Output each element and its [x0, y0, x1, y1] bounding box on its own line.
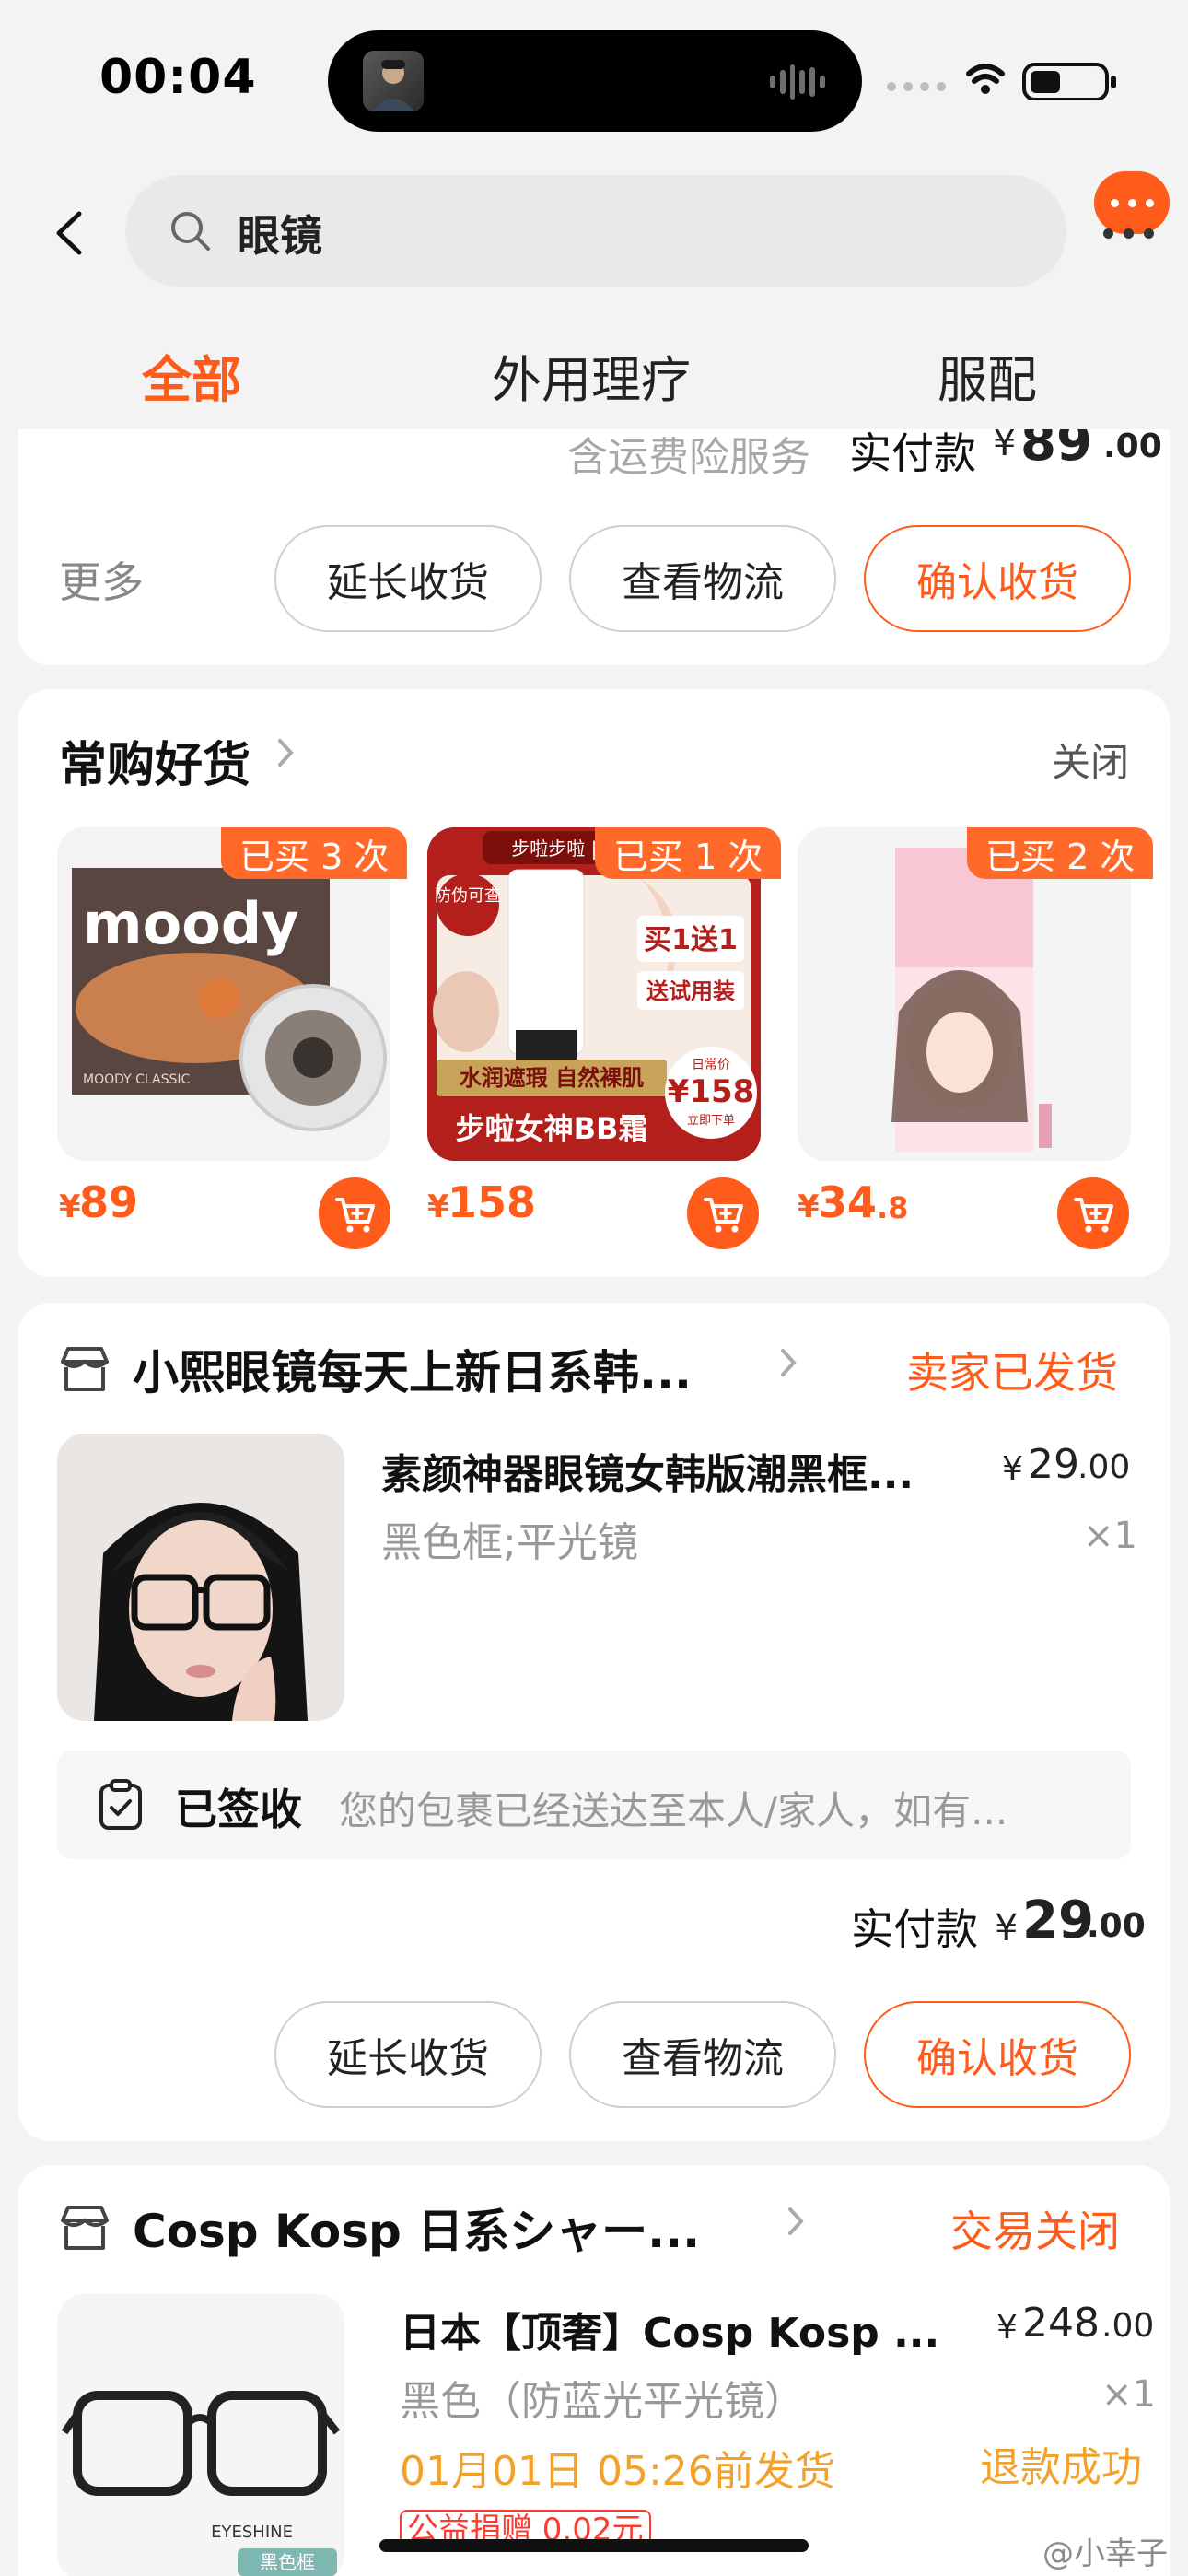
- item-price: 89: [79, 1177, 139, 1227]
- store-icon: [57, 2202, 112, 2257]
- bought-count-badge: 已买 1 次: [595, 827, 782, 879]
- search-query[interactable]: 眼镜: [238, 203, 322, 263]
- cellular-signal-icon: [887, 82, 946, 91]
- chevron-right-icon[interactable]: [786, 2206, 805, 2241]
- confirm-receipt-button[interactable]: 确认收货: [864, 525, 1131, 632]
- more-menu-button[interactable]: [1094, 171, 1170, 234]
- order-now-text: 立即下单: [687, 1114, 735, 1128]
- price-currency: ¥: [1002, 1450, 1023, 1488]
- daily-price-label: 日常价: [692, 1058, 730, 1072]
- refund-status[interactable]: 退款成功: [980, 2434, 1142, 2493]
- close-button[interactable]: 关闭: [1052, 732, 1129, 788]
- store-icon: [57, 1343, 112, 1399]
- buy-one-text: 买1送1: [644, 924, 738, 956]
- order-status: 交易关闭: [950, 2207, 1120, 2256]
- chevron-right-icon[interactable]: [276, 737, 295, 772]
- insurance-text: 含运费险服务: [567, 434, 810, 481]
- view-logistics-button[interactable]: 查看物流: [569, 525, 836, 632]
- audio-wave-icon: [770, 64, 825, 100]
- back-icon[interactable]: [52, 210, 88, 256]
- paid-amount-decimal: .00: [1103, 429, 1162, 465]
- paid-label: 实付款: [851, 1904, 978, 1954]
- product-image-glasses-model[interactable]: [57, 1434, 344, 1721]
- paid-currency: ¥: [995, 1907, 1019, 1950]
- product-price: 29: [1028, 1441, 1079, 1488]
- search-icon: [168, 208, 214, 254]
- moody-logo-text: moody: [83, 890, 299, 957]
- home-indicator[interactable]: [379, 2539, 809, 2552]
- add-to-cart-icon[interactable]: [319, 1177, 390, 1249]
- dynamic-island[interactable]: [328, 30, 862, 132]
- ship-deadline: 01月01日 05:26前发货: [400, 2448, 835, 2495]
- logistics-status: 已签收: [175, 1785, 302, 1834]
- item-price-decimal: .8: [877, 1190, 909, 1225]
- order-card-2: 小熙眼镜每天上新日系韩... 卖家已发货 素颜神器眼镜女韩版潮黑框... ¥ 2…: [18, 1303, 1170, 2141]
- status-time: 00:04: [99, 50, 257, 105]
- daily-price: ¥158: [668, 1073, 755, 1110]
- chevron-right-icon[interactable]: [779, 1347, 798, 1382]
- paid-amount-decimal: .00: [1087, 1907, 1146, 1945]
- item-price: 34: [818, 1177, 878, 1227]
- product-spec: 黑色（防蓝光平光镜）: [400, 2378, 805, 2425]
- store-name[interactable]: Cosp Kosp 日系シャー...: [133, 2195, 700, 2261]
- now-playing-thumbnail: [363, 51, 424, 111]
- logistics-strip[interactable]: 已签收 您的包裹已经送达至本人/家人，如有...: [57, 1751, 1131, 1859]
- eyeshine-brand: EYESHINE: [211, 2523, 293, 2542]
- paid-amount: 29: [1022, 1891, 1094, 1950]
- product-qty: ×1: [1083, 1515, 1137, 1557]
- more-options-icon[interactable]: [1101, 228, 1157, 240]
- frequent-goods-title[interactable]: 常购好货: [59, 726, 250, 795]
- anti-fake-text: 防伪可查: [435, 886, 501, 906]
- product-title[interactable]: 日本【顶奢】Cosp Kosp ...: [400, 2300, 939, 2359]
- price-currency: ¥: [427, 1188, 449, 1225]
- product-spec: 黑色框;平光镜: [381, 1519, 638, 1566]
- paid-currency: ¥: [993, 429, 1017, 464]
- status-indicators: [884, 59, 1133, 101]
- product-title[interactable]: 素颜神器眼镜女韩版潮黑框...: [381, 1441, 914, 1500]
- wifi-icon: [966, 64, 1005, 84]
- bought-count-badge: 已买 3 次: [221, 827, 408, 879]
- extend-receipt-button[interactable]: 延长收货: [274, 525, 542, 632]
- view-logistics-button[interactable]: 查看物流: [569, 2001, 836, 2108]
- product-qty: ×1: [1101, 2373, 1156, 2416]
- price-currency: ¥: [996, 2309, 1018, 2347]
- color-tag: 黑色框: [260, 2551, 315, 2573]
- product-price-decimal: .00: [1101, 2307, 1155, 2345]
- bought-count-badge: 已买 2 次: [967, 827, 1154, 879]
- order-status: 卖家已发货: [906, 1348, 1118, 1398]
- logistics-detail: 您的包裹已经送达至本人/家人，如有...: [339, 1788, 1008, 1833]
- paid-amount: 89: [1020, 429, 1092, 473]
- tab-all[interactable]: 全部: [142, 339, 241, 412]
- tab-external-therapy[interactable]: 外用理疗: [492, 339, 691, 412]
- moody-sub-text: MOODY CLASSIC: [83, 1072, 191, 1087]
- paid-label: 实付款: [849, 429, 976, 478]
- product-image-glasses[interactable]: EYESHINE 黑色框: [57, 2294, 344, 2576]
- search-bar[interactable]: 眼镜: [125, 175, 1066, 287]
- slogan-text: 水润遮瑕 自然裸肌: [460, 1065, 644, 1091]
- watermark: @小幸子: [1042, 2535, 1168, 2572]
- order-card-3: Cosp Kosp 日系シャー... 交易关闭 EYESHINE 黑色框 日本【…: [18, 2165, 1170, 2576]
- frequent-goods-card: 常购好货 关闭 moody MOODY CLASSIC 已买 3 次 ¥ 89 …: [18, 689, 1170, 1277]
- store-name[interactable]: 小熙眼镜每天上新日系韩...: [133, 1336, 692, 1402]
- product-price-decimal: .00: [1077, 1448, 1131, 1486]
- extend-receipt-button[interactable]: 延长收货: [274, 2001, 542, 2108]
- price-currency: ¥: [798, 1188, 820, 1225]
- battery-icon: [1022, 63, 1116, 101]
- product-name-text: 步啦女神BB霜: [456, 1111, 648, 1146]
- clipboard-check-icon: [98, 1778, 144, 1835]
- confirm-receipt-button[interactable]: 确认收货: [864, 2001, 1131, 2108]
- add-to-cart-icon[interactable]: [1057, 1177, 1129, 1249]
- sample-text: 送试用装: [646, 978, 735, 1004]
- tab-accessories[interactable]: 服配: [938, 339, 1037, 412]
- order-card-1: 含运费险服务 实付款 ¥ 89 .00 更多 延长收货 查看物流 确认收货: [18, 429, 1170, 665]
- item-price: 158: [448, 1177, 537, 1227]
- price-currency: ¥: [59, 1188, 81, 1225]
- product-price: 248: [1022, 2300, 1100, 2347]
- more-link[interactable]: 更多: [59, 549, 144, 610]
- add-to-cart-icon[interactable]: [687, 1177, 759, 1249]
